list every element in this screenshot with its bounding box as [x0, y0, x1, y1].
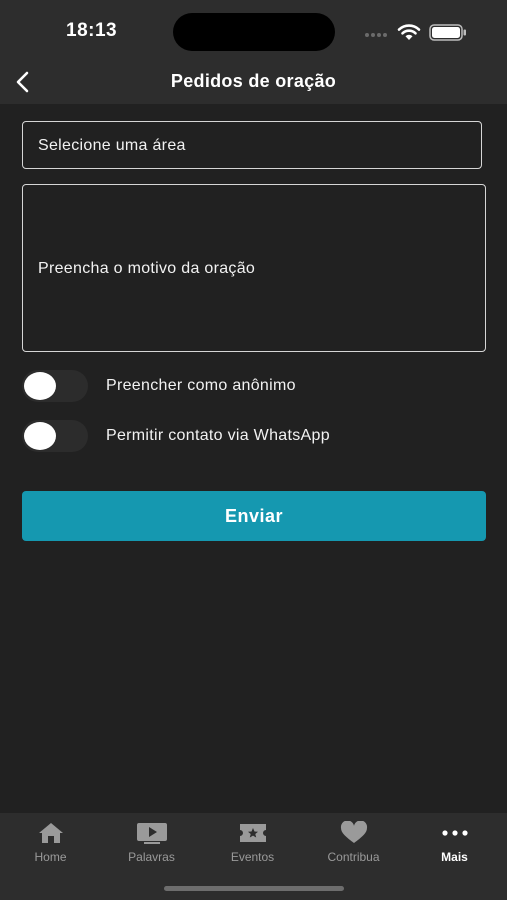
- status-time: 18:13: [66, 20, 118, 41]
- page-title: Pedidos de oração: [170, 71, 337, 91]
- toggle-knob: [24, 372, 56, 400]
- tab-palavras-label: Palavras: [128, 850, 175, 864]
- area-select-value: Selecione uma área: [38, 137, 186, 154]
- home-indicator: [164, 886, 344, 891]
- anonymous-toggle[interactable]: [22, 370, 88, 402]
- wifi-icon: [397, 24, 421, 40]
- ticket-icon: [239, 824, 266, 842]
- tab-contribua[interactable]: Contribua: [303, 813, 404, 873]
- status-bar: 18:13: [0, 0, 507, 60]
- whatsapp-toggle-label: Permitir contato via WhatsApp: [106, 427, 330, 444]
- whatsapp-toggle-row: Permitir contato via WhatsApp: [22, 420, 482, 452]
- submit-button-label: Enviar: [224, 505, 284, 526]
- toggle-knob: [24, 422, 56, 450]
- tab-contribua-label: Contribua: [327, 850, 380, 864]
- tab-mais-label: Mais: [441, 850, 468, 864]
- prayer-reason-field[interactable]: Preencha o motivo da oração: [22, 184, 486, 352]
- anonymous-toggle-row: Preencher como anônimo: [22, 370, 482, 402]
- submit-button[interactable]: Enviar: [22, 491, 486, 541]
- tab-eventos-label: Eventos: [230, 850, 275, 864]
- whatsapp-contact-toggle[interactable]: [22, 420, 88, 452]
- tab-home-label: Home: [34, 850, 67, 864]
- battery-icon: [429, 24, 466, 41]
- dynamic-island: [173, 13, 335, 51]
- home-icon: [38, 823, 63, 843]
- more-icon: [441, 830, 468, 836]
- tab-palavras[interactable]: Palavras: [101, 813, 202, 873]
- anonymous-toggle-label: Preencher como anônimo: [106, 377, 296, 394]
- nav-bar: Pedidos de oração: [0, 60, 507, 104]
- prayer-reason-placeholder: Preencha o motivo da oração: [38, 260, 256, 277]
- video-icon: [136, 823, 167, 844]
- area-select[interactable]: Selecione uma área: [22, 121, 482, 169]
- signal-icon: [365, 33, 387, 37]
- tab-mais[interactable]: Mais: [404, 813, 505, 873]
- tab-home[interactable]: Home: [0, 813, 101, 873]
- tab-eventos[interactable]: Eventos: [202, 813, 303, 873]
- heart-icon: [340, 821, 367, 843]
